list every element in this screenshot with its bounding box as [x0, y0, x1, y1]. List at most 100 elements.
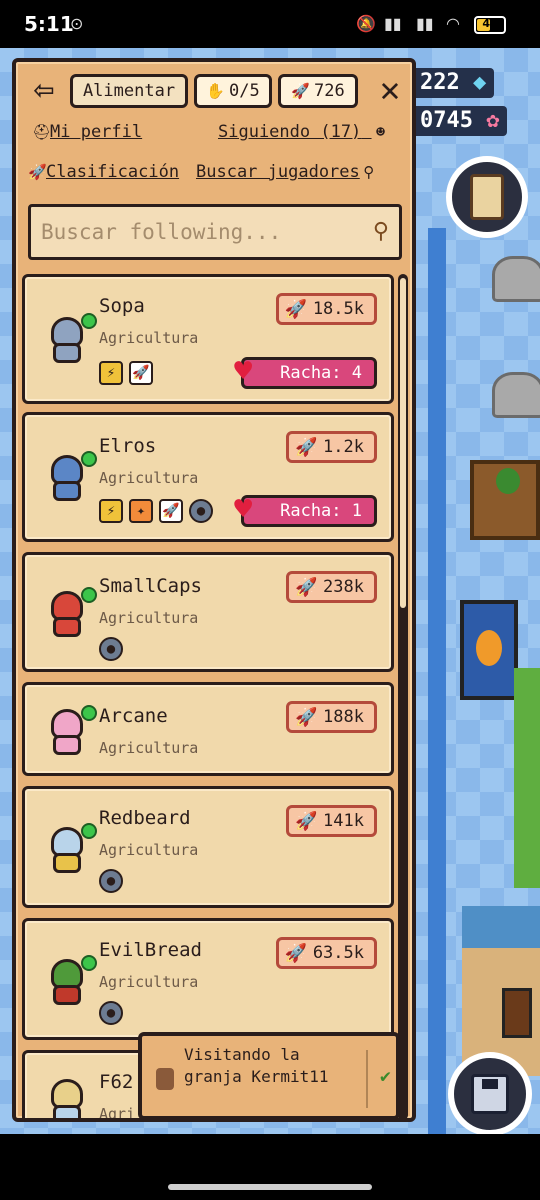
- rocket-icon: 🚀: [291, 82, 310, 100]
- player-role: Agricultura: [99, 973, 199, 991]
- rocket-icon: 🚀: [295, 577, 318, 598]
- status-time: 5:11: [24, 12, 74, 36]
- score-badge: 🚀 141k: [286, 805, 377, 837]
- online-indicator: [81, 705, 97, 721]
- rocket-small-icon: 🚀: [28, 163, 47, 181]
- system-nav-bar: [0, 1134, 540, 1200]
- house-door[interactable]: [502, 988, 532, 1038]
- player-card[interactable]: Arcane Agricultura 🚀 188k: [22, 682, 394, 776]
- feed-counter-value: 0/5: [228, 81, 260, 101]
- tree-stump-2[interactable]: [492, 372, 540, 418]
- hand-icon: ✋: [206, 82, 225, 100]
- rocket-badge-icon: 🚀: [129, 361, 153, 385]
- signal-icon: ▮▮: [384, 14, 402, 33]
- avatar: [41, 823, 97, 875]
- ranking-link[interactable]: 🚀Clasificación: [28, 162, 179, 182]
- badge-row: ●: [99, 1001, 123, 1027]
- avatar-body: [53, 343, 81, 363]
- score-value: 141k: [323, 811, 364, 831]
- avatar: [41, 1075, 93, 1118]
- pot-badge-icon: ●: [99, 637, 123, 661]
- player-face-icon: [156, 1068, 174, 1090]
- bolt-badge-icon: ⚡: [99, 361, 123, 385]
- following-link[interactable]: Siguiendo (17) ☻: [218, 122, 390, 142]
- feed-button[interactable]: Alimentar: [70, 74, 188, 108]
- rocket-icon: 🚀: [284, 943, 308, 964]
- score-value: 63.5k: [312, 943, 364, 963]
- alarm-icon: ⊙: [70, 14, 84, 33]
- rocket-icon: 🚀: [295, 707, 318, 728]
- ranking-row: 🚀Clasificación Buscar jugadores ⚲: [16, 158, 412, 188]
- quests-scroll-button[interactable]: [446, 156, 528, 238]
- back-arrow-icon[interactable]: ⇦: [24, 70, 64, 110]
- signal-icon-2: ▮▮: [416, 14, 434, 33]
- flowers-counter: 0745 ✿: [412, 106, 508, 136]
- search-input[interactable]: [41, 217, 361, 247]
- player-name: EvilBread: [99, 939, 202, 961]
- flowers-value: 0745: [420, 108, 473, 133]
- scrollbar-thumb[interactable]: [400, 278, 406, 608]
- flame-badge-icon: ✦: [129, 499, 153, 523]
- score-badge: 🚀 1.2k: [286, 431, 377, 463]
- toast-divider: [366, 1050, 368, 1108]
- online-indicator: [81, 587, 97, 603]
- house-building[interactable]: [462, 906, 540, 1076]
- mute-icon: 🔕: [356, 14, 376, 33]
- home-gesture-handle[interactable]: [168, 1184, 372, 1190]
- pot-badge-icon: ●: [189, 499, 213, 523]
- search-small-icon: ⚲: [363, 163, 375, 181]
- save-disk-icon: [471, 1074, 509, 1114]
- flower-icon: ✿: [486, 108, 500, 133]
- rocket-counter: 🚀 726: [278, 74, 358, 108]
- player-role: Agricultura: [99, 469, 199, 487]
- player-role: Agricultura: [99, 739, 199, 757]
- profile-row: ⛑Mi perfil Siguiendo (17) ☻: [16, 118, 412, 148]
- list-scrollbar[interactable]: [398, 274, 408, 1118]
- player-role: Agricultura: [99, 329, 199, 347]
- player-name: Arcane: [99, 705, 168, 727]
- player-card[interactable]: EvilBread Agricultura ● 🚀 63.5k: [22, 918, 394, 1040]
- feed-counter: ✋ 0/5: [194, 74, 272, 108]
- tree-stump[interactable]: [492, 256, 540, 302]
- gems-value: 222: [420, 70, 460, 95]
- player-card[interactable]: SmallCaps Agricultura ● 🚀 238k: [22, 552, 394, 672]
- emblem-icon: [476, 630, 502, 666]
- player-name: F62: [99, 1071, 134, 1093]
- my-profile-link[interactable]: ⛑Mi perfil: [32, 122, 142, 142]
- save-button[interactable]: [448, 1052, 532, 1134]
- find-players-link[interactable]: Buscar jugadores ⚲: [196, 162, 378, 182]
- visit-toast: Visitando la granja Kermit11 ✔: [138, 1032, 400, 1120]
- avatar-body: [53, 735, 81, 755]
- avatar: [41, 587, 97, 639]
- streak-value: Racha: 1: [280, 501, 362, 521]
- search-icon[interactable]: ⚲: [373, 219, 389, 244]
- streak-badge: ♥ Racha: 1: [234, 494, 377, 527]
- badge-row: ●: [99, 637, 123, 663]
- check-icon[interactable]: ✔: [380, 1066, 391, 1087]
- gems-counter: 222 ◆: [412, 68, 495, 98]
- grass-patch: [514, 668, 540, 888]
- heart-icon: ♥: [234, 492, 253, 527]
- player-card[interactable]: Sopa Agricultura ⚡ 🚀 🚀 18.5k ♥ Racha: 4: [22, 274, 394, 404]
- player-role: Agricultura: [99, 609, 199, 627]
- banner-flag: [460, 600, 518, 700]
- crop-planter[interactable]: [470, 460, 540, 540]
- avatar: [41, 955, 97, 1007]
- player-name: SmallCaps: [99, 575, 202, 597]
- badge-row: ⚡ 🚀: [99, 361, 153, 387]
- heart-icon: ♥: [234, 354, 253, 389]
- score-badge: 🚀 238k: [286, 571, 377, 603]
- water-edge: [428, 228, 446, 1134]
- panel-topbar: ⇦ Alimentar ✋ 0/5 🚀 726 ✕: [16, 62, 412, 118]
- following-list: Sopa Agricultura ⚡ 🚀 🚀 18.5k ♥ Racha: 4 El…: [22, 272, 400, 1122]
- ranking-label: Clasificación: [46, 162, 180, 182]
- toast-message: Visitando la granja Kermit11: [184, 1045, 329, 1086]
- player-card[interactable]: Elros Agricultura ⚡ ✦ 🚀 ● 🚀 1.2k ♥ Racha: …: [22, 412, 394, 542]
- score-badge: 🚀 63.5k: [275, 937, 377, 969]
- online-indicator: [81, 313, 97, 329]
- plant-icon: [496, 468, 520, 494]
- rocket-icon: 🚀: [284, 299, 308, 320]
- player-card[interactable]: Redbeard Agricultura ● 🚀 141k: [22, 786, 394, 908]
- close-icon[interactable]: ✕: [372, 72, 408, 108]
- player-role: Agri: [99, 1105, 136, 1122]
